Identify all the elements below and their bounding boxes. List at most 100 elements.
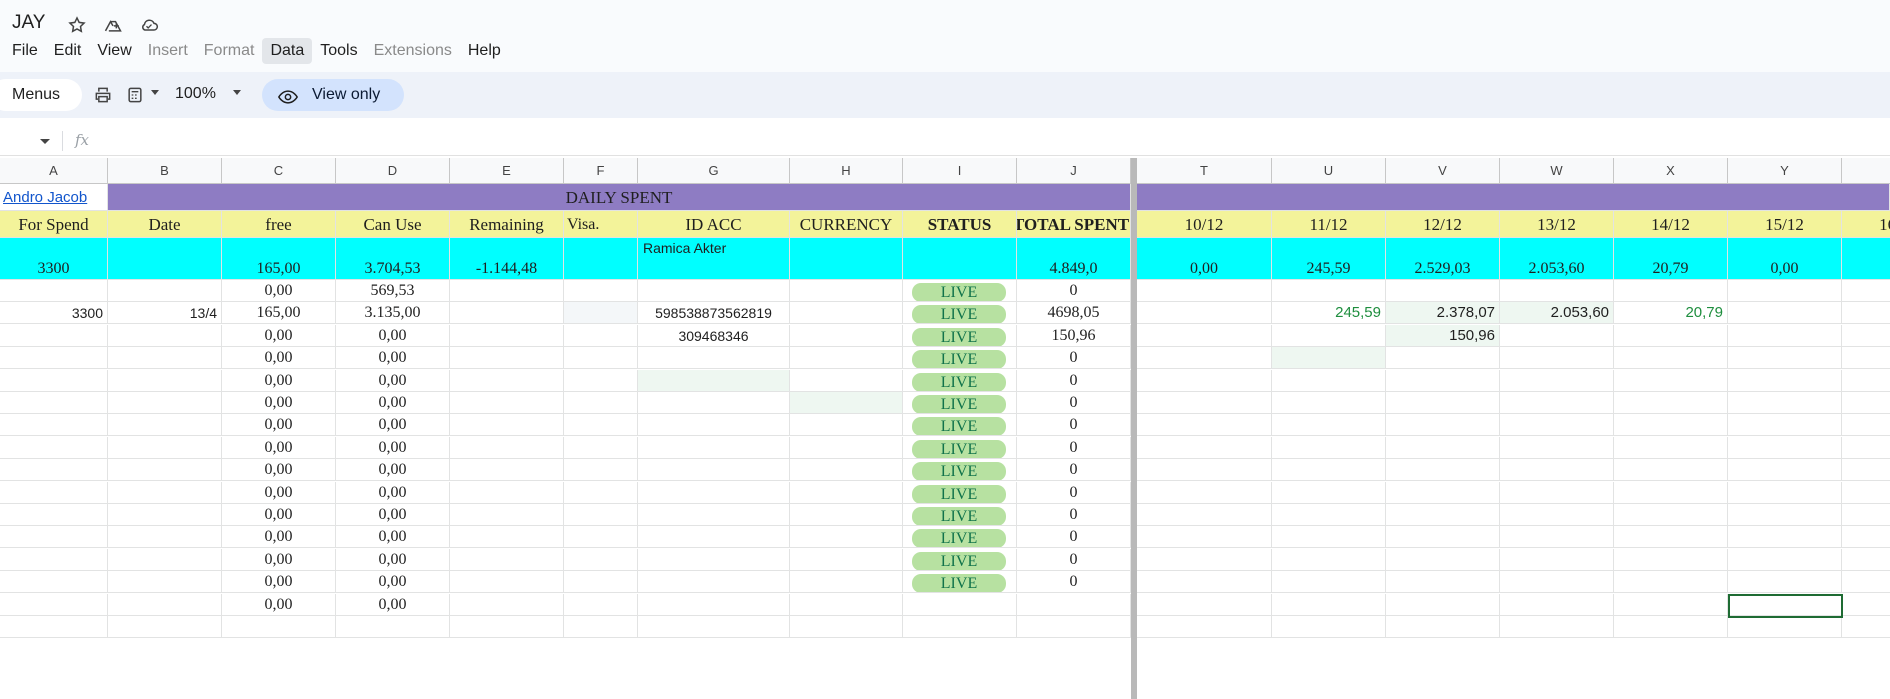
grid-cell[interactable]: 0,00: [336, 571, 450, 593]
grid-cell[interactable]: [564, 280, 638, 302]
grid-cell[interactable]: [108, 392, 222, 414]
day-cell[interactable]: [1728, 325, 1842, 347]
document-title[interactable]: JAY: [12, 12, 45, 34]
grid-cell[interactable]: [790, 482, 903, 504]
grid-cell[interactable]: [450, 616, 564, 638]
day-cell[interactable]: 245,59: [1272, 302, 1386, 324]
day-cell[interactable]: [1500, 549, 1614, 571]
grid-cell[interactable]: 0,00: [336, 459, 450, 481]
grid-cell[interactable]: 0,00: [336, 437, 450, 459]
grid-cell[interactable]: 0,00: [336, 347, 450, 369]
status-badge[interactable]: LIVE: [912, 350, 1006, 368]
day-cell[interactable]: [1500, 370, 1614, 392]
day-cell[interactable]: [1842, 302, 1890, 324]
day-cell[interactable]: [1614, 526, 1728, 548]
grid-cell[interactable]: [638, 549, 790, 571]
day-cell[interactable]: [1728, 370, 1842, 392]
day-cell[interactable]: [1614, 549, 1728, 571]
grid-cell[interactable]: 0,00: [336, 414, 450, 436]
date-header[interactable]: 16/12: [1842, 211, 1890, 238]
column-header-f[interactable]: F: [564, 158, 638, 184]
status-badge[interactable]: LIVE: [912, 395, 1006, 413]
day-cell[interactable]: [1272, 482, 1386, 504]
grid-cell[interactable]: [638, 459, 790, 481]
day-cell[interactable]: [1386, 616, 1500, 638]
column-header-e[interactable]: E: [450, 158, 564, 184]
grid-cell[interactable]: [638, 414, 790, 436]
day-cell[interactable]: [1137, 594, 1272, 616]
grid-cell[interactable]: 0: [1017, 526, 1131, 548]
day-cell[interactable]: [1614, 571, 1728, 593]
day-cell[interactable]: [1842, 482, 1890, 504]
grid-cell[interactable]: LIVE: [903, 437, 1017, 459]
grid-cell[interactable]: 0,00: [336, 482, 450, 504]
grid-cell[interactable]: [564, 526, 638, 548]
day-cell[interactable]: [1272, 392, 1386, 414]
grid-cell[interactable]: 0: [1017, 482, 1131, 504]
grid-cell[interactable]: [790, 302, 903, 324]
column-header-v[interactable]: V: [1386, 158, 1500, 184]
status-badge[interactable]: LIVE: [912, 574, 1006, 592]
day-cell[interactable]: [1386, 370, 1500, 392]
grid-cell[interactable]: LIVE: [903, 526, 1017, 548]
day-cell[interactable]: [1137, 526, 1272, 548]
day-cell[interactable]: [1386, 392, 1500, 414]
menu-data[interactable]: Data: [262, 38, 313, 64]
grid-cell[interactable]: 0,00: [222, 437, 336, 459]
day-cell[interactable]: [1272, 325, 1386, 347]
grid-cell[interactable]: [564, 347, 638, 369]
day-cell[interactable]: [1137, 616, 1272, 638]
day-cell[interactable]: [1500, 616, 1614, 638]
summary-cell[interactable]: [790, 238, 903, 280]
day-cell[interactable]: [1500, 392, 1614, 414]
chevron-down-icon[interactable]: [233, 90, 241, 95]
move-to-drive-icon[interactable]: [102, 14, 124, 36]
day-cell[interactable]: [1137, 437, 1272, 459]
column-header-g[interactable]: G: [638, 158, 790, 184]
grid-cell[interactable]: 0,00: [336, 526, 450, 548]
day-cell[interactable]: [1500, 594, 1614, 616]
day-cell[interactable]: [1728, 504, 1842, 526]
grid-cell[interactable]: [564, 594, 638, 616]
grid-cell[interactable]: [638, 504, 790, 526]
grid-cell[interactable]: 569,53: [336, 280, 450, 302]
grid-cell[interactable]: [0, 325, 108, 347]
grid-cell[interactable]: [450, 594, 564, 616]
grid-cell[interactable]: LIVE: [903, 347, 1017, 369]
grid-cell[interactable]: 3300: [0, 302, 108, 324]
grid-cell[interactable]: [790, 526, 903, 548]
grid-cell[interactable]: [108, 526, 222, 548]
day-cell[interactable]: [1386, 414, 1500, 436]
zoom-select[interactable]: 100%: [175, 85, 216, 103]
header-cell[interactable]: ID ACC: [638, 211, 790, 238]
day-cell[interactable]: [1614, 280, 1728, 302]
column-header-h[interactable]: H: [790, 158, 903, 184]
grid-cell[interactable]: [450, 549, 564, 571]
grid-cell[interactable]: [108, 549, 222, 571]
grid-cell[interactable]: [0, 370, 108, 392]
grid-cell[interactable]: 0: [1017, 347, 1131, 369]
grid-cell[interactable]: [564, 370, 638, 392]
day-cell[interactable]: [1842, 437, 1890, 459]
star-icon[interactable]: [66, 14, 88, 36]
grid-cell[interactable]: 0,00: [222, 370, 336, 392]
grid-cell[interactable]: 0,00: [222, 571, 336, 593]
grid-cell[interactable]: 0: [1017, 571, 1131, 593]
summary-cell[interactable]: 4.849,0: [1017, 238, 1131, 280]
day-cell[interactable]: [1137, 504, 1272, 526]
grid-cell[interactable]: 0: [1017, 414, 1131, 436]
day-cell[interactable]: 2.378,07: [1386, 302, 1500, 324]
day-cell[interactable]: [1386, 437, 1500, 459]
day-cell[interactable]: [1842, 571, 1890, 593]
day-cell[interactable]: [1842, 526, 1890, 548]
grid-cell[interactable]: [450, 347, 564, 369]
grid-cell[interactable]: [638, 280, 790, 302]
menu-extensions[interactable]: Extensions: [366, 38, 460, 64]
day-cell[interactable]: [1728, 302, 1842, 324]
column-header-d[interactable]: D: [336, 158, 450, 184]
status-badge[interactable]: LIVE: [912, 462, 1006, 480]
day-cell[interactable]: [1272, 526, 1386, 548]
grid-cell[interactable]: 0: [1017, 280, 1131, 302]
grid-cell[interactable]: [0, 482, 108, 504]
summary-cell[interactable]: [564, 238, 638, 280]
